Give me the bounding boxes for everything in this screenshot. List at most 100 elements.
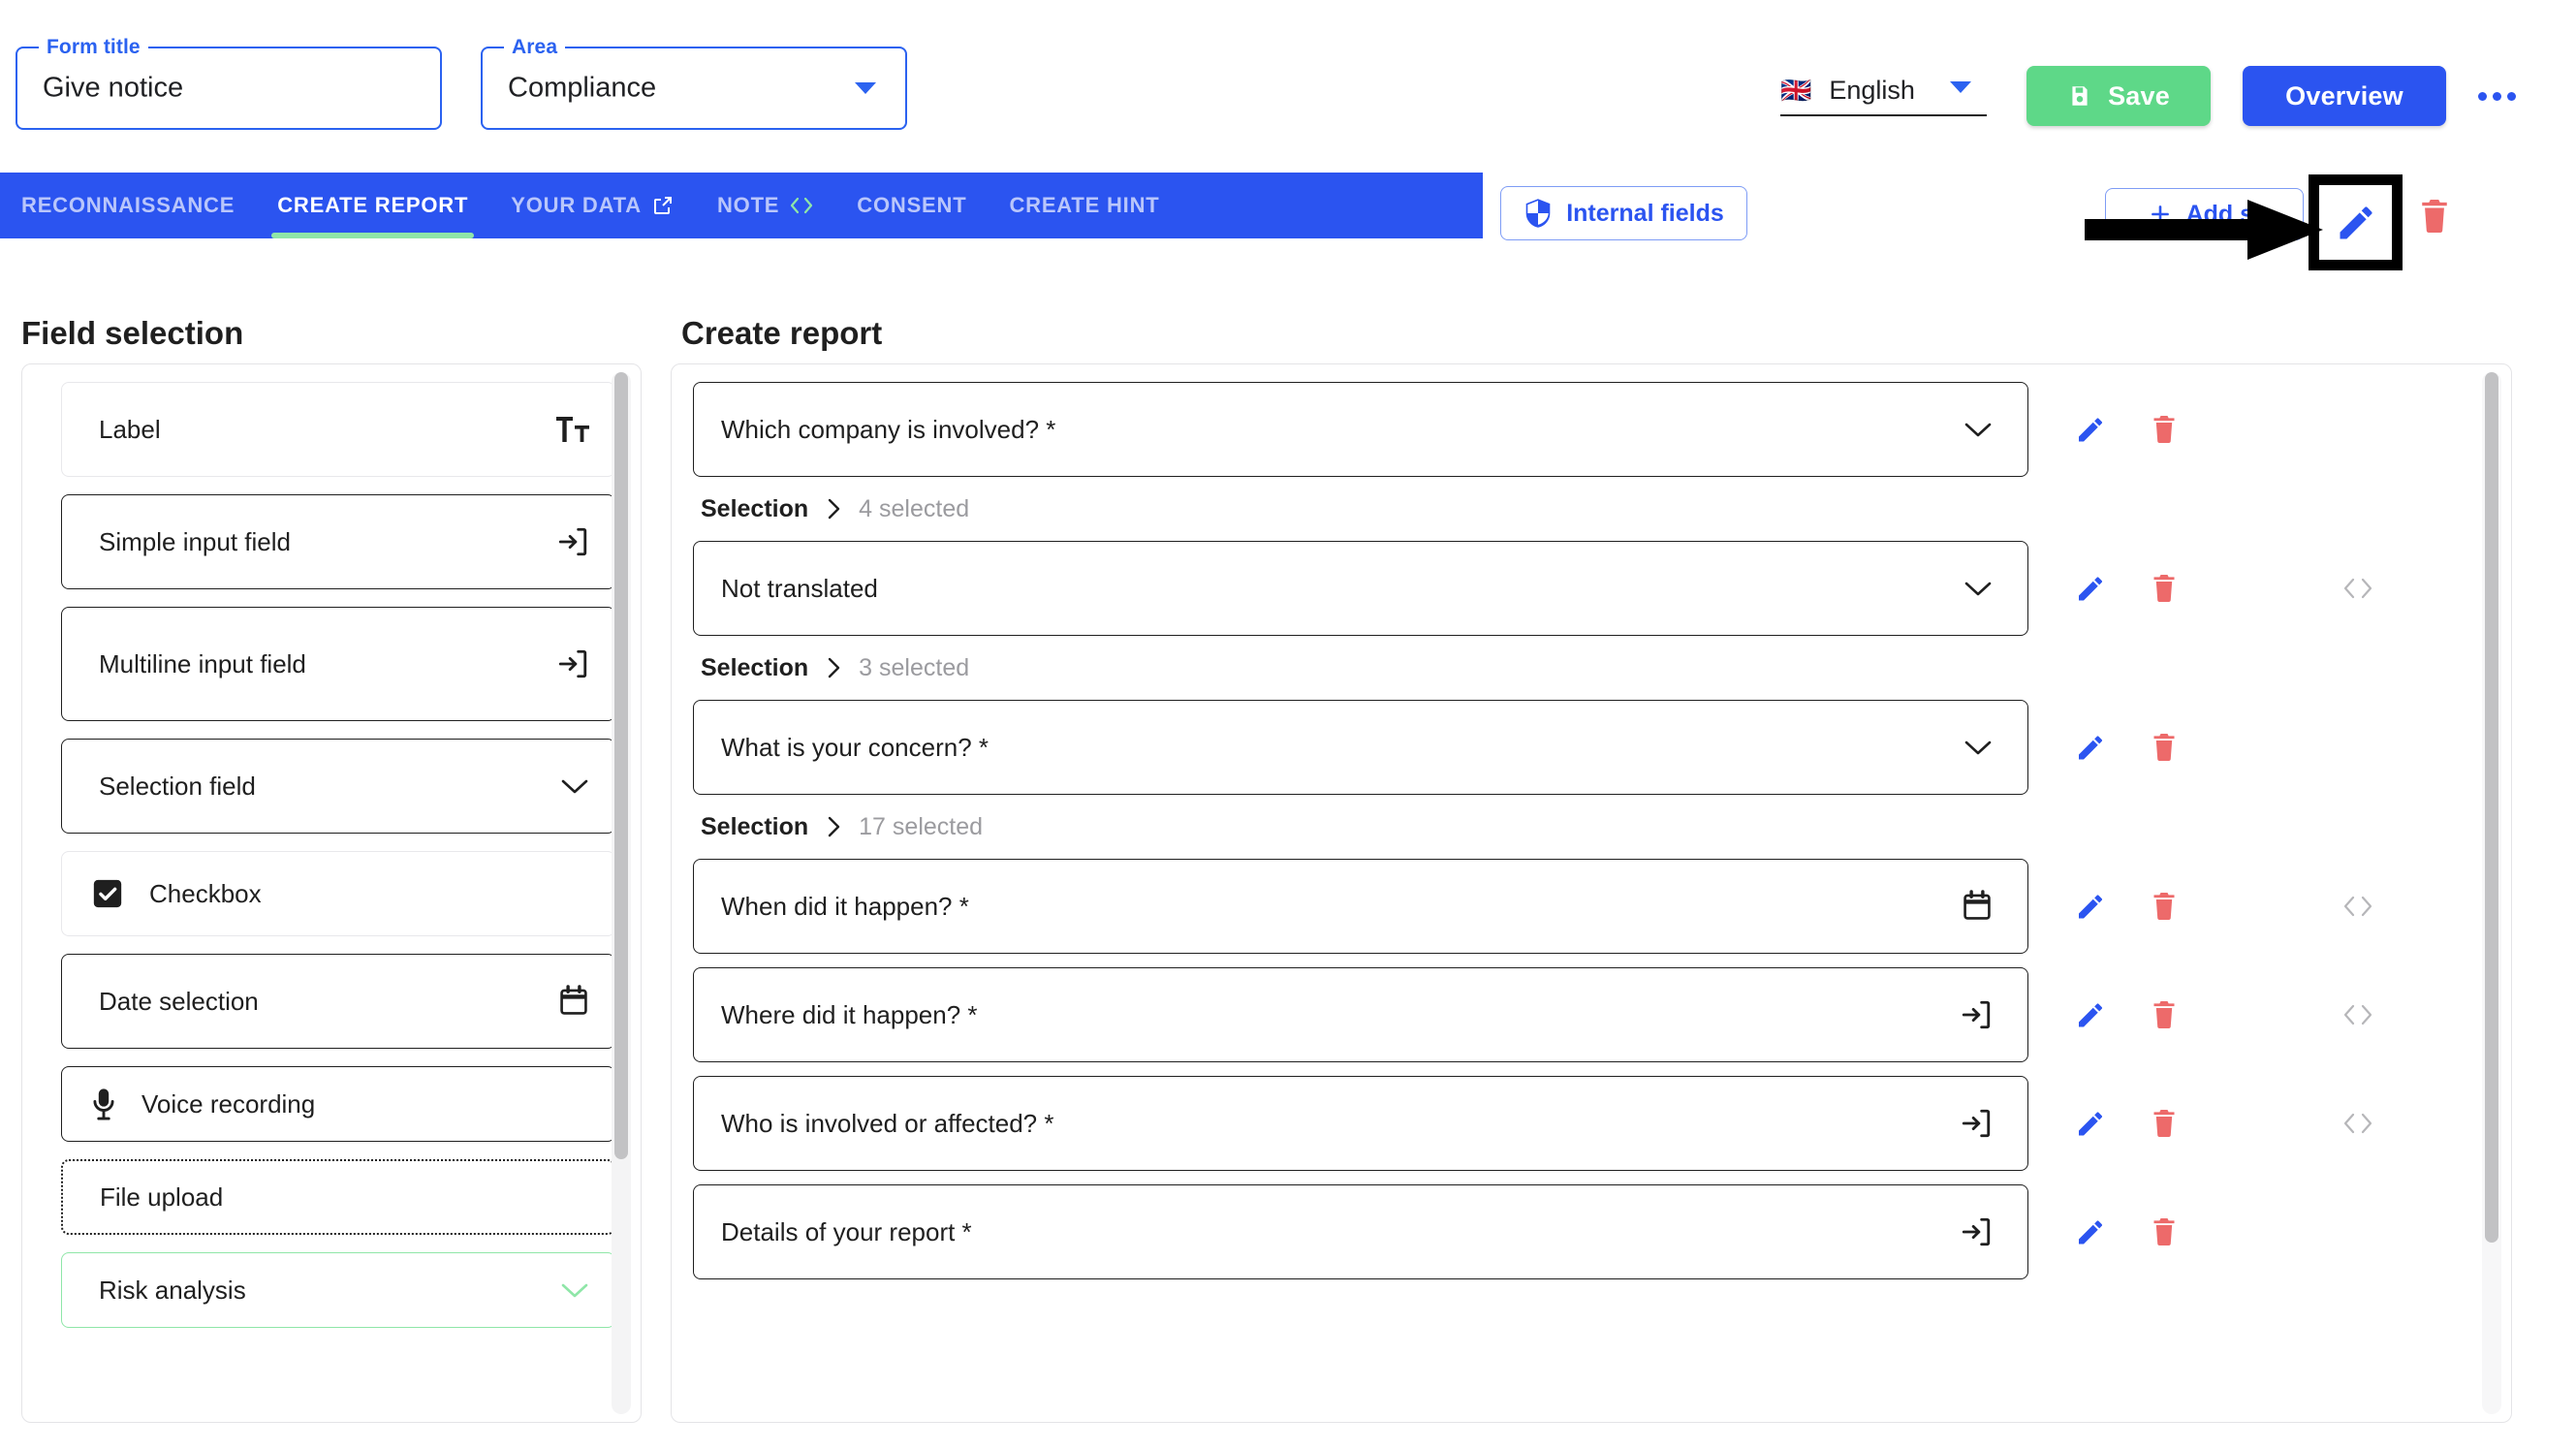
shield-icon <box>1524 198 1553 229</box>
chevron-down-icon <box>560 776 589 796</box>
view-code-button[interactable] <box>2331 1002 2385 1027</box>
row-actions <box>2054 573 2201 605</box>
add-step-button[interactable]: Add st <box>2105 188 2304 240</box>
field-label: When did it happen? * <box>721 891 969 921</box>
selection-note-count: 4 selected <box>859 494 970 522</box>
palette-item-voice-recording[interactable]: Voice recording <box>61 1066 615 1142</box>
field-box-when-did-it-happen[interactable]: When did it happen? * <box>693 859 2028 954</box>
delete-field-button[interactable] <box>2127 573 2201 605</box>
language-select[interactable]: 🇬🇧 English <box>1780 66 1987 116</box>
language-label: English <box>1829 75 1915 105</box>
tab-create-hint[interactable]: CREATE HINT <box>988 173 1180 238</box>
tab-note[interactable]: NOTE <box>696 173 835 238</box>
palette-item-date-selection[interactable]: Date selection <box>61 954 615 1049</box>
overview-button[interactable]: Overview <box>2243 66 2446 126</box>
field-row: Not translated <box>693 541 2457 636</box>
palette-item-risk-analysis[interactable]: Risk analysis <box>61 1252 615 1328</box>
more-options-icon[interactable] <box>2477 79 2516 112</box>
app-root: Form title Give notice Area Compliance 🇬… <box>0 0 2576 1450</box>
palette-item-file-upload[interactable]: File upload <box>61 1159 615 1235</box>
field-label: Which company is involved? * <box>721 414 1056 444</box>
field-box-which-company-is-involved[interactable]: Which company is involved? * <box>693 382 2028 477</box>
delete-step-button[interactable] <box>2415 194 2454 238</box>
row-spacer <box>693 1279 2457 1293</box>
edit-step-button[interactable] <box>2309 174 2403 270</box>
edit-field-button[interactable] <box>2054 414 2127 445</box>
delete-field-button[interactable] <box>2127 999 2201 1031</box>
palette-item-label: Label <box>99 414 161 444</box>
input-field-icon <box>1960 1215 1993 1248</box>
field-label: Not translated <box>721 573 878 603</box>
delete-field-button[interactable] <box>2127 1108 2201 1140</box>
palette-item-checkbox[interactable]: Checkbox <box>61 851 615 936</box>
scrollbar-thumb[interactable] <box>2485 372 2498 1243</box>
tab-label: YOUR DATA <box>511 193 642 217</box>
palette-item-multiline-input-field[interactable]: Multiline input field <box>61 607 615 721</box>
create-report-panel: Which company is involved? * Selection 4 s… <box>671 363 2512 1423</box>
palette-item-label: Voice recording <box>141 1088 316 1119</box>
edit-field-button[interactable] <box>2054 999 2127 1030</box>
scrollbar-thumb[interactable] <box>614 372 628 1159</box>
view-code-button[interactable] <box>2331 576 2385 601</box>
create-report-heading: Create report <box>681 315 883 351</box>
uk-flag-icon: 🇬🇧 <box>1780 76 1812 105</box>
field-box-where-did-it-happen[interactable]: Where did it happen? * <box>693 967 2028 1062</box>
edit-field-button[interactable] <box>2054 573 2127 604</box>
selection-note: Selection 4 selected <box>701 492 2457 525</box>
dot <box>2477 91 2487 101</box>
field-row: Where did it happen? * <box>693 967 2457 1062</box>
internal-fields-button[interactable]: Internal fields <box>1500 186 1747 240</box>
field-box-not-translated[interactable]: Not translated <box>693 541 2028 636</box>
code-icon <box>789 195 814 216</box>
overview-label: Overview <box>2285 80 2403 110</box>
create-report-scrollbar[interactable] <box>2482 372 2501 1414</box>
palette-item-label: Multiline input field <box>99 648 306 678</box>
save-icon <box>2067 83 2092 109</box>
input-field-icon <box>1960 1107 1993 1140</box>
edit-field-button[interactable] <box>2054 1216 2127 1247</box>
chevron-down-icon <box>560 1280 589 1300</box>
chevron-right-icon <box>824 656 843 679</box>
delete-field-button[interactable] <box>2127 414 2201 446</box>
form-title-field[interactable]: Form title Give notice <box>16 35 442 130</box>
palette-item-selection-field[interactable]: Selection field <box>61 739 615 834</box>
palette-item-label: File upload <box>100 1182 224 1212</box>
selection-note-count: 3 selected <box>859 653 970 681</box>
palette-item-label[interactable]: Label <box>61 382 615 477</box>
pencil-icon <box>2335 202 2377 244</box>
tab-create-report[interactable]: CREATE REPORT <box>256 173 489 238</box>
edit-field-button[interactable] <box>2054 732 2127 763</box>
field-selection-panel: Label Simple input field Multiline input f… <box>21 363 642 1423</box>
input-field-icon <box>556 647 589 680</box>
tab-reconnaissance[interactable]: RECONNAISSANCE <box>0 173 256 238</box>
tab-your-data[interactable]: YOUR DATA <box>489 173 696 238</box>
palette-item-simple-input-field[interactable]: Simple input field <box>61 494 615 589</box>
delete-field-button[interactable] <box>2127 891 2201 923</box>
delete-field-button[interactable] <box>2127 732 2201 764</box>
input-field-icon <box>1960 998 1993 1031</box>
view-code-button[interactable] <box>2331 894 2385 919</box>
field-label: Details of your report * <box>721 1216 972 1246</box>
field-box-who-is-involved-or-affected[interactable]: Who is involved or affected? * <box>693 1076 2028 1171</box>
delete-field-button[interactable] <box>2127 1216 2201 1248</box>
calendar-icon <box>558 985 589 1018</box>
field-box-details-of-your-report[interactable]: Details of your report * <box>693 1184 2028 1279</box>
field-selection-scrollbar[interactable] <box>612 372 631 1414</box>
row-actions <box>2054 1216 2201 1248</box>
edit-field-button[interactable] <box>2054 891 2127 922</box>
tab-consent[interactable]: CONSENT <box>835 173 988 238</box>
top-toolbar: Form title Give notice Area Compliance 🇬… <box>0 0 2576 173</box>
form-field-rows: Which company is involved? * Selection 4 s… <box>693 382 2457 1293</box>
field-row: Details of your report * <box>693 1184 2457 1279</box>
view-code-button[interactable] <box>2331 1111 2385 1136</box>
palette-item-label: Simple input field <box>99 526 291 556</box>
palette-item-label: Date selection <box>99 986 259 1016</box>
tab-label: CONSENT <box>857 193 967 217</box>
tab-bar: RECONNAISSANCE CREATE REPORT YOUR DATA N… <box>0 173 1483 238</box>
field-box-what-is-your-concern[interactable]: What is your concern? * <box>693 700 2028 795</box>
area-select[interactable]: Area Compliance <box>481 35 907 130</box>
tab-label: CREATE REPORT <box>277 193 469 217</box>
edit-field-button[interactable] <box>2054 1108 2127 1139</box>
chevron-down-icon <box>1950 81 1971 93</box>
save-button[interactable]: Save <box>2026 66 2211 126</box>
